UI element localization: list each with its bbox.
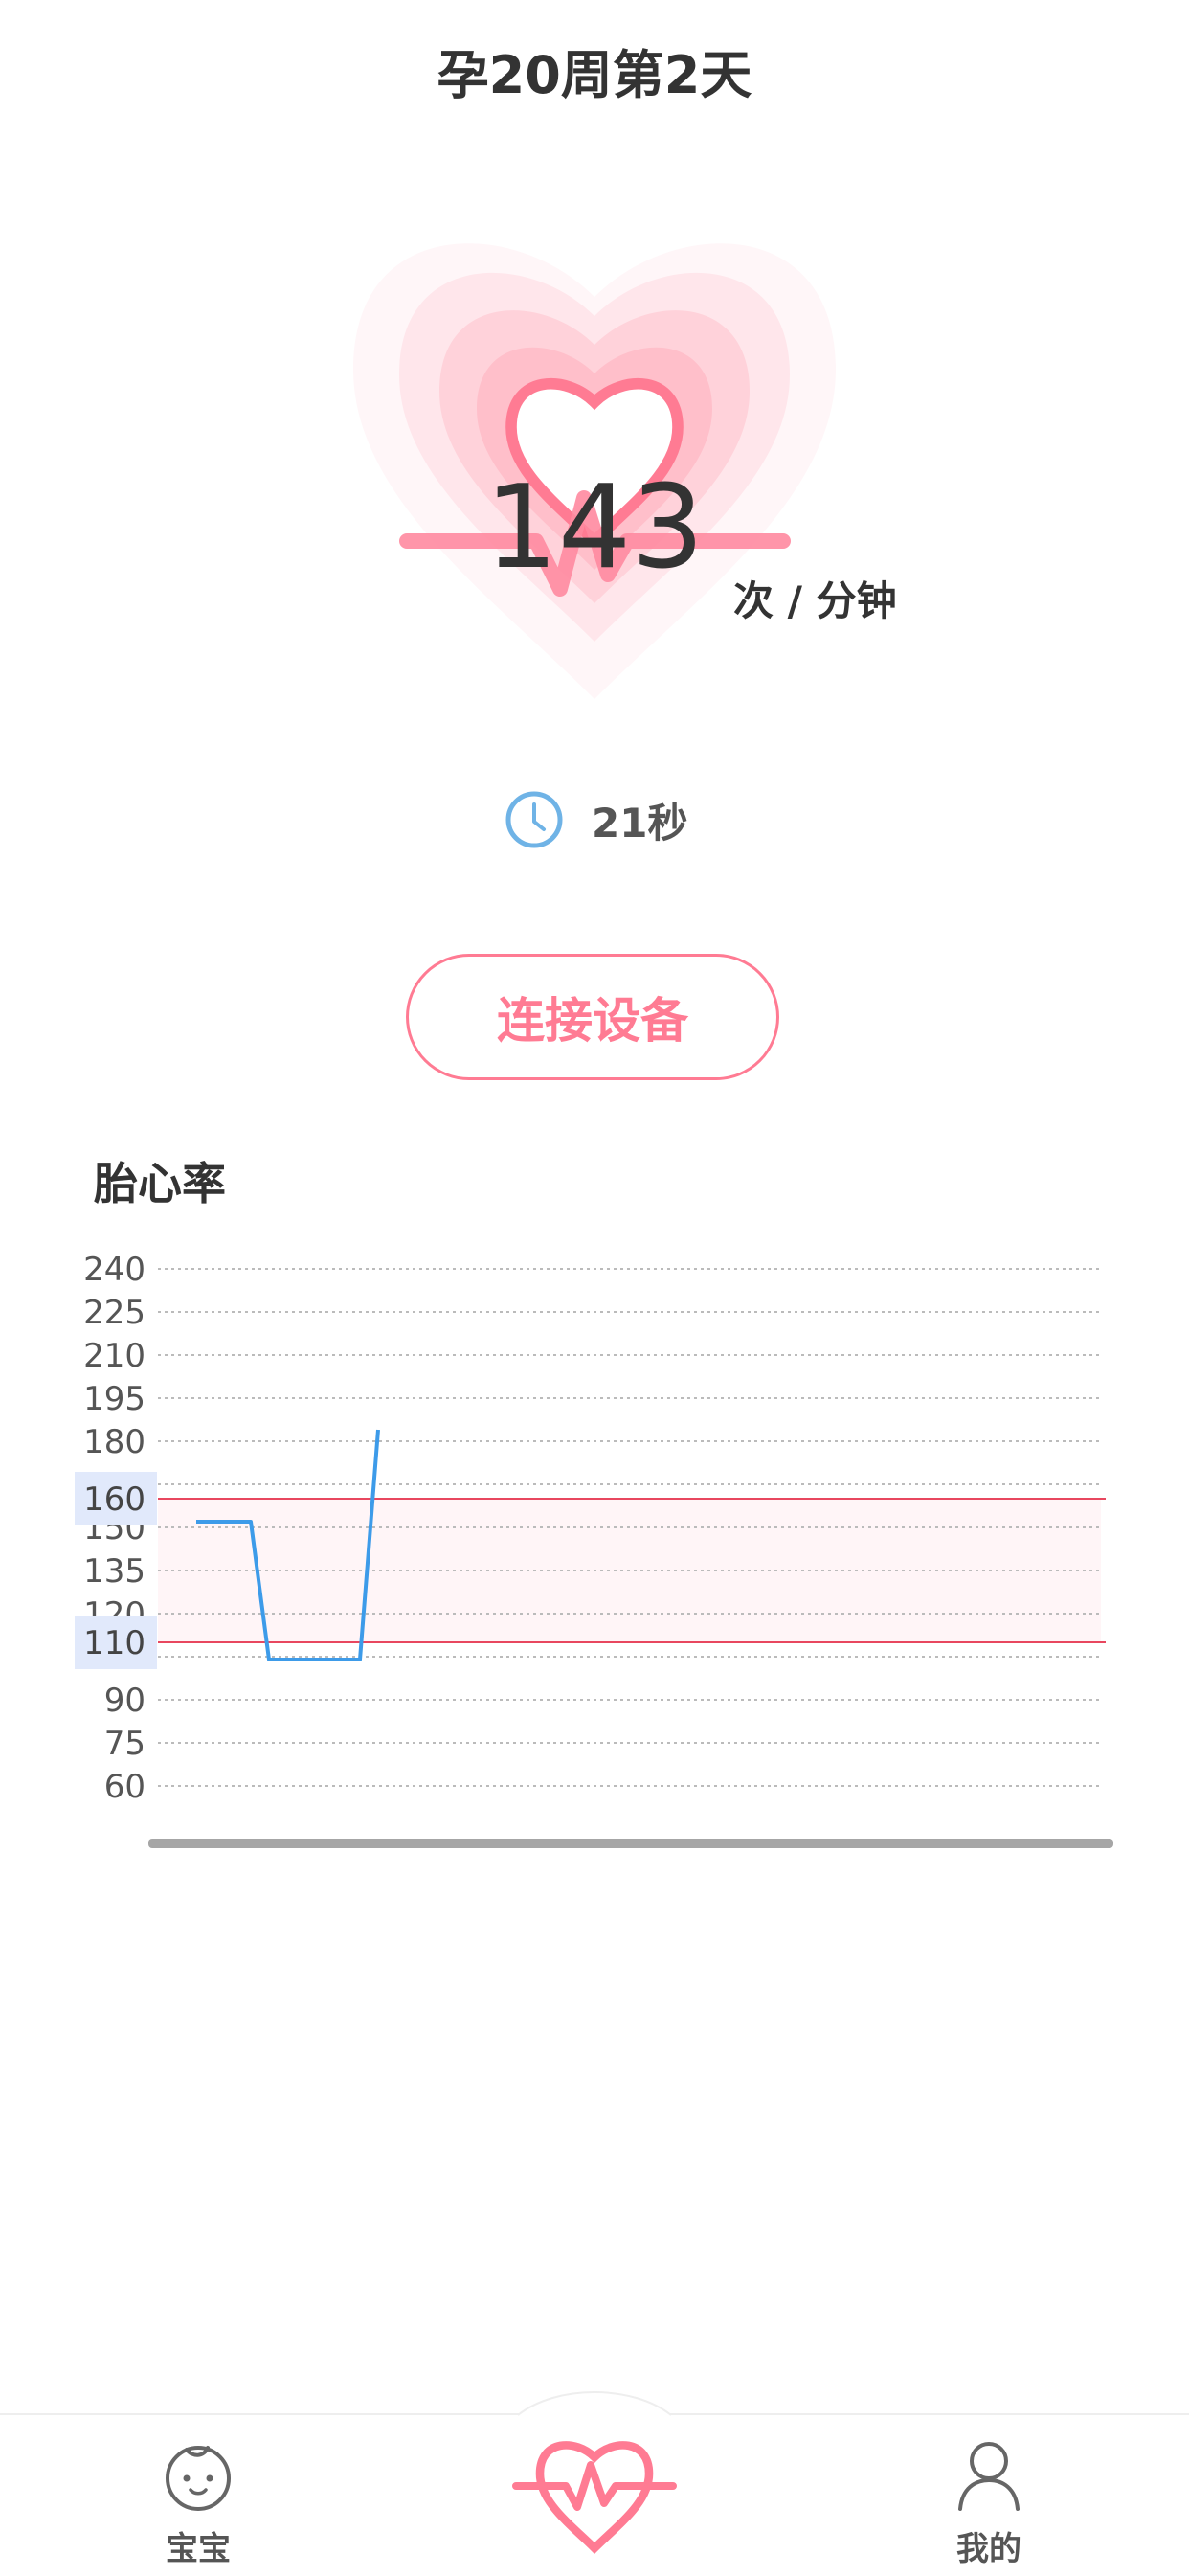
tab-heartbeat[interactable] [499,2390,690,2572]
y-tick-label: 180 [83,1423,146,1461]
y-tick-label: 225 [83,1294,146,1332]
timer: 21秒 [504,789,687,850]
clock-icon [505,791,563,848]
connect-device-button[interactable]: 连接设备 [406,954,779,1080]
section-title: 胎心率 [94,1158,226,1209]
timer-text: 21秒 [592,799,688,847]
tab-mine-label: 我的 [956,2530,1021,2568]
tab-bar: 宝宝 我的 [0,2391,1189,2576]
y-tick-label: 135 [83,1552,146,1591]
y-tick-label: 210 [83,1337,146,1375]
reference-label: 110 [83,1624,146,1662]
y-tick-label: 75 [104,1725,146,1763]
fetal-heart-rate-chart: 2402252101951801651501351201059075601601… [75,1251,1113,1848]
baby-face-icon [166,2446,231,2511]
y-tick-label: 195 [83,1380,146,1418]
heart-rate-unit: 次 / 分钟 [733,577,897,624]
y-tick-label: 60 [104,1768,146,1806]
heartbeat-icon [512,2391,677,2555]
y-tick-label: 90 [104,1682,146,1720]
tab-baby-label: 宝宝 [166,2530,231,2568]
heart-rate-value: 143 [484,462,705,595]
page-title: 孕20周第2天 [437,45,752,105]
y-tick-label: 240 [83,1251,146,1289]
reference-label: 160 [83,1480,146,1519]
tab-mine[interactable]: 我的 [893,2415,1085,2576]
chart-scrollbar [148,1839,1113,1848]
tab-baby[interactable]: 宝宝 [102,2415,294,2576]
user-icon [958,2442,1020,2511]
